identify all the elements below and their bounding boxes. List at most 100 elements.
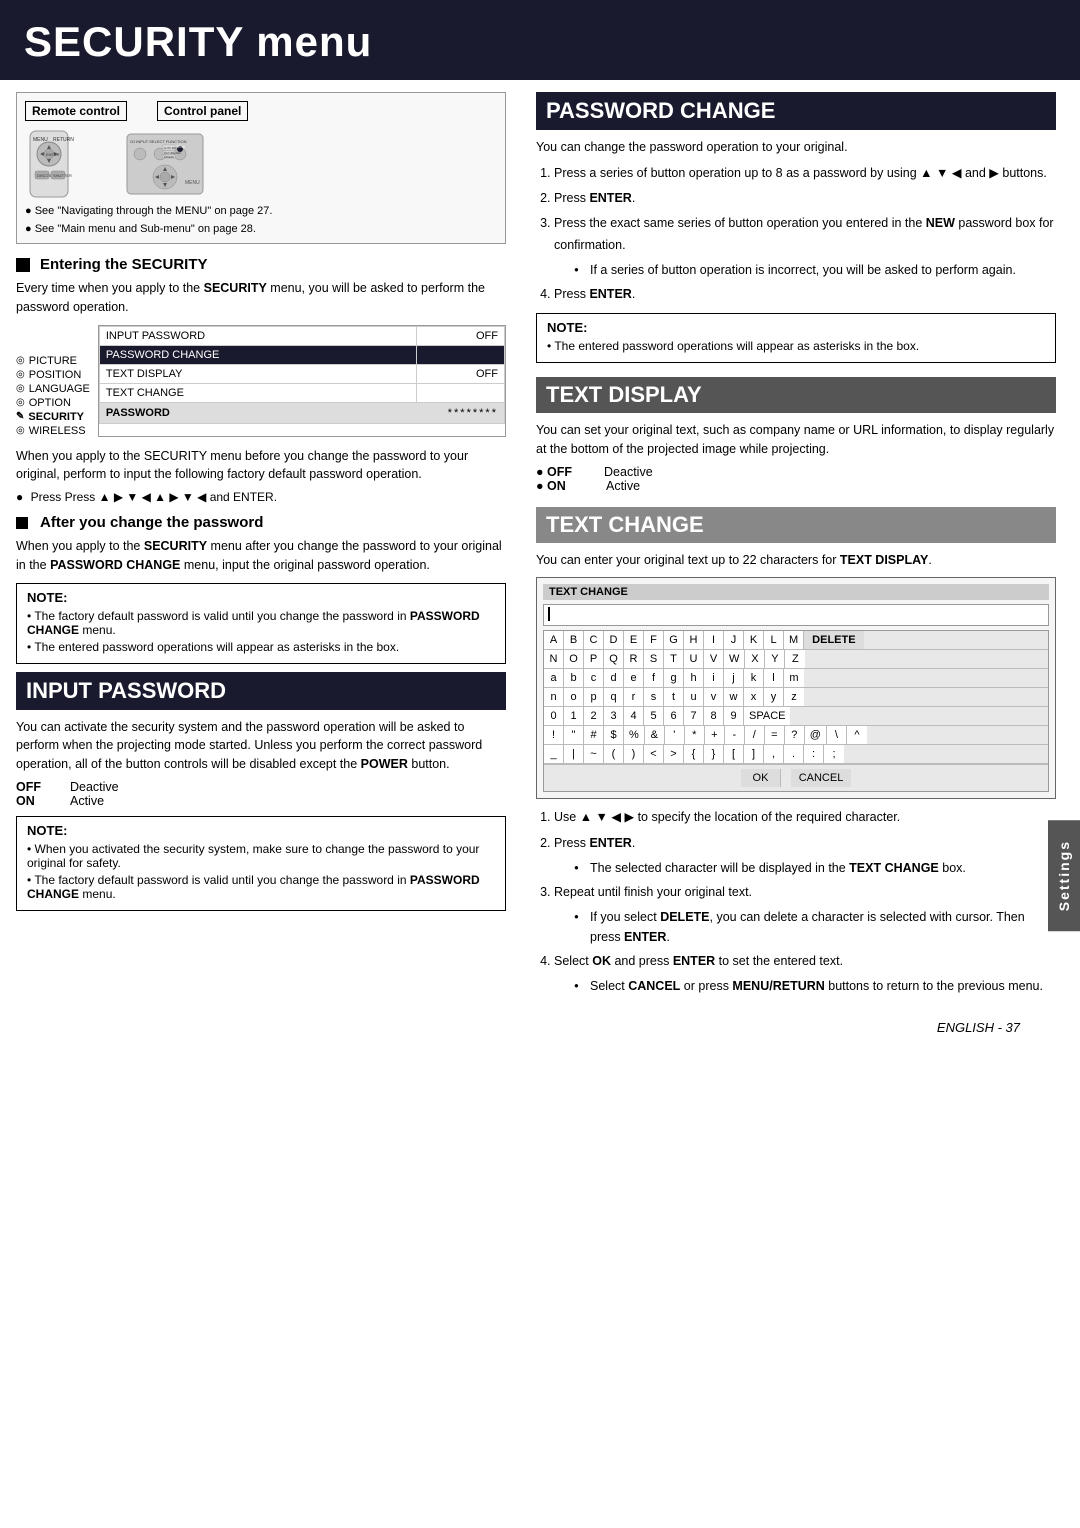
tc-key-lt[interactable]: < — [644, 745, 664, 763]
tc-key-period[interactable]: . — [784, 745, 804, 763]
tc-key-9[interactable]: 9 — [724, 707, 744, 725]
tc-key-Q[interactable]: Q — [604, 650, 624, 668]
tc-key-f[interactable]: f — [644, 669, 664, 687]
tc-key-Z[interactable]: Z — [785, 650, 805, 668]
tc-key-c[interactable]: c — [584, 669, 604, 687]
tc-key-minus[interactable]: - — [725, 726, 745, 744]
tc-key-underscore[interactable]: _ — [544, 745, 564, 763]
tc-key-at[interactable]: @ — [805, 726, 827, 744]
tc-key-semicolon[interactable]: ; — [824, 745, 844, 763]
tc-key-p[interactable]: p — [584, 688, 604, 706]
tc-key-T[interactable]: T — [664, 650, 684, 668]
tc-key-question[interactable]: ? — [785, 726, 805, 744]
tc-key-percent[interactable]: % — [624, 726, 645, 744]
tc-key-pipe[interactable]: | — [564, 745, 584, 763]
tc-key-quote[interactable]: " — [564, 726, 584, 744]
tc-key-rbrace[interactable]: } — [704, 745, 724, 763]
tc-key-tilde[interactable]: ~ — [584, 745, 604, 763]
tc-key-J[interactable]: J — [724, 631, 744, 649]
tc-key-U[interactable]: U — [684, 650, 704, 668]
tc-key-delete[interactable]: DELETE — [804, 631, 863, 649]
tc-key-7[interactable]: 7 — [684, 707, 704, 725]
tc-key-0[interactable]: 0 — [544, 707, 564, 725]
tc-key-W[interactable]: W — [724, 650, 745, 668]
menu-item-wireless: ◎ WIRELESS — [16, 425, 90, 437]
tc-key-slash[interactable]: / — [745, 726, 765, 744]
tc-key-v[interactable]: v — [704, 688, 724, 706]
tc-key-a[interactable]: a — [544, 669, 564, 687]
tc-key-d[interactable]: d — [604, 669, 624, 687]
tc-key-M[interactable]: M — [784, 631, 804, 649]
tc-key-e[interactable]: e — [624, 669, 644, 687]
tc-key-m[interactable]: m — [784, 669, 804, 687]
tc-key-b[interactable]: b — [564, 669, 584, 687]
tc-key-F[interactable]: F — [644, 631, 664, 649]
tc-key-V[interactable]: V — [704, 650, 724, 668]
tc-key-8[interactable]: 8 — [704, 707, 724, 725]
tc-key-apos[interactable]: ' — [665, 726, 685, 744]
tc-key-gt[interactable]: > — [664, 745, 684, 763]
tc-key-1[interactable]: 1 — [564, 707, 584, 725]
tc-key-dollar[interactable]: $ — [604, 726, 624, 744]
tc-key-K[interactable]: K — [744, 631, 764, 649]
tc-key-l[interactable]: l — [764, 669, 784, 687]
tc-key-E[interactable]: E — [624, 631, 644, 649]
tc-key-j[interactable]: j — [724, 669, 744, 687]
tc-key-s[interactable]: s — [644, 688, 664, 706]
tc-key-equals[interactable]: = — [765, 726, 785, 744]
tc-key-h[interactable]: h — [684, 669, 704, 687]
tc-key-comma[interactable]: , — [764, 745, 784, 763]
tc-key-k[interactable]: k — [744, 669, 764, 687]
tc-key-lparen[interactable]: ( — [604, 745, 624, 763]
tc-key-star[interactable]: * — [685, 726, 705, 744]
tc-key-rbracket[interactable]: ] — [744, 745, 764, 763]
tc-key-x[interactable]: x — [744, 688, 764, 706]
tc-key-g[interactable]: g — [664, 669, 684, 687]
tc-key-3[interactable]: 3 — [604, 707, 624, 725]
tc-key-R[interactable]: R — [624, 650, 644, 668]
tc-key-B[interactable]: B — [564, 631, 584, 649]
tc-key-rparen[interactable]: ) — [624, 745, 644, 763]
tc-key-z[interactable]: z — [784, 688, 804, 706]
tc-key-S[interactable]: S — [644, 650, 664, 668]
tc-key-lbracket[interactable]: [ — [724, 745, 744, 763]
tc-key-D[interactable]: D — [604, 631, 624, 649]
tc-key-G[interactable]: G — [664, 631, 684, 649]
tc-key-L[interactable]: L — [764, 631, 784, 649]
tc-key-o[interactable]: o — [564, 688, 584, 706]
tc-key-6[interactable]: 6 — [664, 707, 684, 725]
tc-key-exclaim[interactable]: ! — [544, 726, 564, 744]
tc-key-plus[interactable]: + — [705, 726, 725, 744]
tc-key-X[interactable]: X — [745, 650, 765, 668]
tc-key-4[interactable]: 4 — [624, 707, 644, 725]
tc-key-backslash[interactable]: \ — [827, 726, 847, 744]
tc-key-2[interactable]: 2 — [584, 707, 604, 725]
tc-key-r[interactable]: r — [624, 688, 644, 706]
tc-cancel-button[interactable]: CANCEL — [791, 769, 851, 787]
remote-control-label: Remote control — [25, 101, 127, 121]
tc-input-field[interactable] — [543, 604, 1049, 626]
tc-key-t[interactable]: t — [664, 688, 684, 706]
tc-key-P[interactable]: P — [584, 650, 604, 668]
tc-key-I[interactable]: I — [704, 631, 724, 649]
tc-key-C[interactable]: C — [584, 631, 604, 649]
tc-ok-button[interactable]: OK — [741, 769, 781, 787]
tc-key-space[interactable]: SPACE — [744, 707, 790, 725]
tc-key-lbrace[interactable]: { — [684, 745, 704, 763]
tc-key-n[interactable]: n — [544, 688, 564, 706]
tc-key-y[interactable]: y — [764, 688, 784, 706]
tc-key-N[interactable]: N — [544, 650, 564, 668]
tc-key-q[interactable]: q — [604, 688, 624, 706]
tc-key-5[interactable]: 5 — [644, 707, 664, 725]
tc-key-H[interactable]: H — [684, 631, 704, 649]
tc-key-O[interactable]: O — [564, 650, 584, 668]
tc-key-Y[interactable]: Y — [765, 650, 785, 668]
tc-key-u[interactable]: u — [684, 688, 704, 706]
tc-key-hash[interactable]: # — [584, 726, 604, 744]
tc-key-A[interactable]: A — [544, 631, 564, 649]
tc-key-caret[interactable]: ^ — [847, 726, 867, 744]
tc-key-amp[interactable]: & — [645, 726, 665, 744]
tc-key-colon[interactable]: : — [804, 745, 824, 763]
tc-key-w[interactable]: w — [724, 688, 744, 706]
tc-key-i[interactable]: i — [704, 669, 724, 687]
